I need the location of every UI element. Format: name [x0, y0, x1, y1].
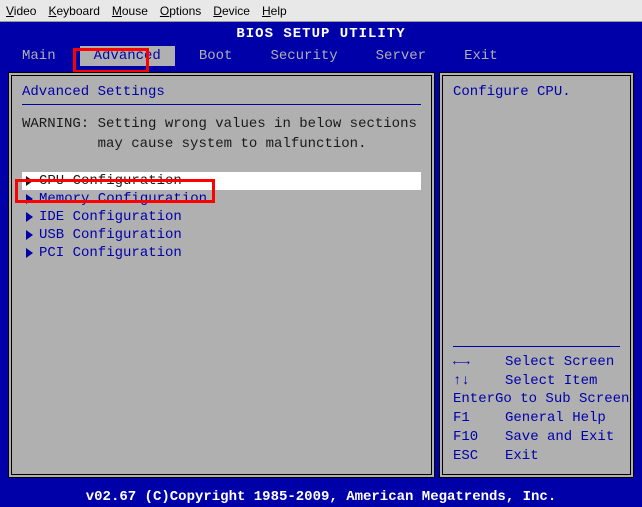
help-key: ESC	[453, 447, 505, 466]
menu-help[interactable]: Help	[262, 4, 287, 18]
submenu-arrow-icon	[26, 230, 33, 240]
warning-line1: Setting wrong values in below sections	[98, 116, 417, 132]
help-key: ←→	[453, 353, 505, 372]
help-action: Go to Sub Screen	[495, 390, 629, 409]
tab-server[interactable]: Server	[362, 46, 440, 66]
help-row: F10Save and Exit	[453, 428, 620, 447]
submenu-arrow-icon	[26, 248, 33, 258]
tab-security[interactable]: Security	[256, 46, 351, 66]
menuitem-label: CPU Configuration	[39, 173, 182, 189]
tab-boot[interactable]: Boot	[185, 46, 247, 66]
help-row: ↑↓Select Item	[453, 372, 620, 391]
item-description: Configure CPU.	[453, 84, 620, 100]
left-panel: Advanced Settings WARNING: Setting wrong…	[8, 72, 435, 478]
emulator-menubar: Video Keyboard Mouse Options Device Help	[0, 0, 642, 22]
content-area: Advanced Settings WARNING: Setting wrong…	[0, 68, 642, 478]
menuitem-usb-configuration[interactable]: USB Configuration	[22, 226, 421, 244]
help-row: ESCExit	[453, 447, 620, 466]
menu-device[interactable]: Device	[213, 4, 250, 18]
menu-video[interactable]: Video	[6, 4, 36, 18]
menuitem-ide-configuration[interactable]: IDE Configuration	[22, 208, 421, 226]
menuitem-cpu-configuration[interactable]: CPU Configuration	[22, 172, 421, 190]
key-help: ←→Select Screen ↑↓Select Item EnterGo to…	[453, 346, 620, 466]
menuitem-pci-configuration[interactable]: PCI Configuration	[22, 244, 421, 262]
help-row: F1General Help	[453, 409, 620, 428]
tab-advanced[interactable]: Advanced	[80, 46, 175, 66]
help-key: Enter	[453, 390, 495, 409]
help-action: Select Screen	[505, 353, 614, 372]
right-panel: Configure CPU. ←→Select Screen ↑↓Select …	[439, 72, 634, 478]
bios-title: BIOS SETUP UTILITY	[0, 22, 642, 44]
tab-exit[interactable]: Exit	[450, 46, 512, 66]
help-key: F1	[453, 409, 505, 428]
bios-screen: BIOS SETUP UTILITY Main Advanced Boot Se…	[0, 22, 642, 507]
menuitem-memory-configuration[interactable]: Memory Configuration	[22, 190, 421, 208]
tab-bar: Main Advanced Boot Security Server Exit	[0, 44, 642, 68]
menuitem-label: Memory Configuration	[39, 191, 207, 207]
help-row: ←→Select Screen	[453, 353, 620, 372]
menuitem-label: IDE Configuration	[39, 209, 182, 225]
help-action: Select Item	[505, 372, 597, 391]
submenu-arrow-icon	[26, 212, 33, 222]
warning-text: WARNING: Setting wrong values in below s…	[22, 115, 421, 154]
menu-mouse[interactable]: Mouse	[112, 4, 148, 18]
footer-copyright: v02.67 (C)Copyright 1985-2009, American …	[0, 489, 642, 505]
help-action: General Help	[505, 409, 606, 428]
warning-line2: may cause system to malfunction.	[98, 136, 367, 152]
menu-options[interactable]: Options	[160, 4, 201, 18]
tab-main[interactable]: Main	[8, 46, 70, 66]
submenu-arrow-icon	[26, 194, 33, 204]
help-action: Save and Exit	[505, 428, 614, 447]
help-key: F10	[453, 428, 505, 447]
section-heading: Advanced Settings	[22, 84, 421, 100]
menu-keyboard[interactable]: Keyboard	[48, 4, 99, 18]
help-action: Exit	[505, 447, 539, 466]
submenu-arrow-icon	[26, 176, 33, 186]
help-row: EnterGo to Sub Screen	[453, 390, 620, 409]
divider	[22, 104, 421, 105]
help-key: ↑↓	[453, 372, 505, 391]
warning-label: WARNING:	[22, 116, 89, 132]
menuitem-label: USB Configuration	[39, 227, 182, 243]
menuitem-label: PCI Configuration	[39, 245, 182, 261]
